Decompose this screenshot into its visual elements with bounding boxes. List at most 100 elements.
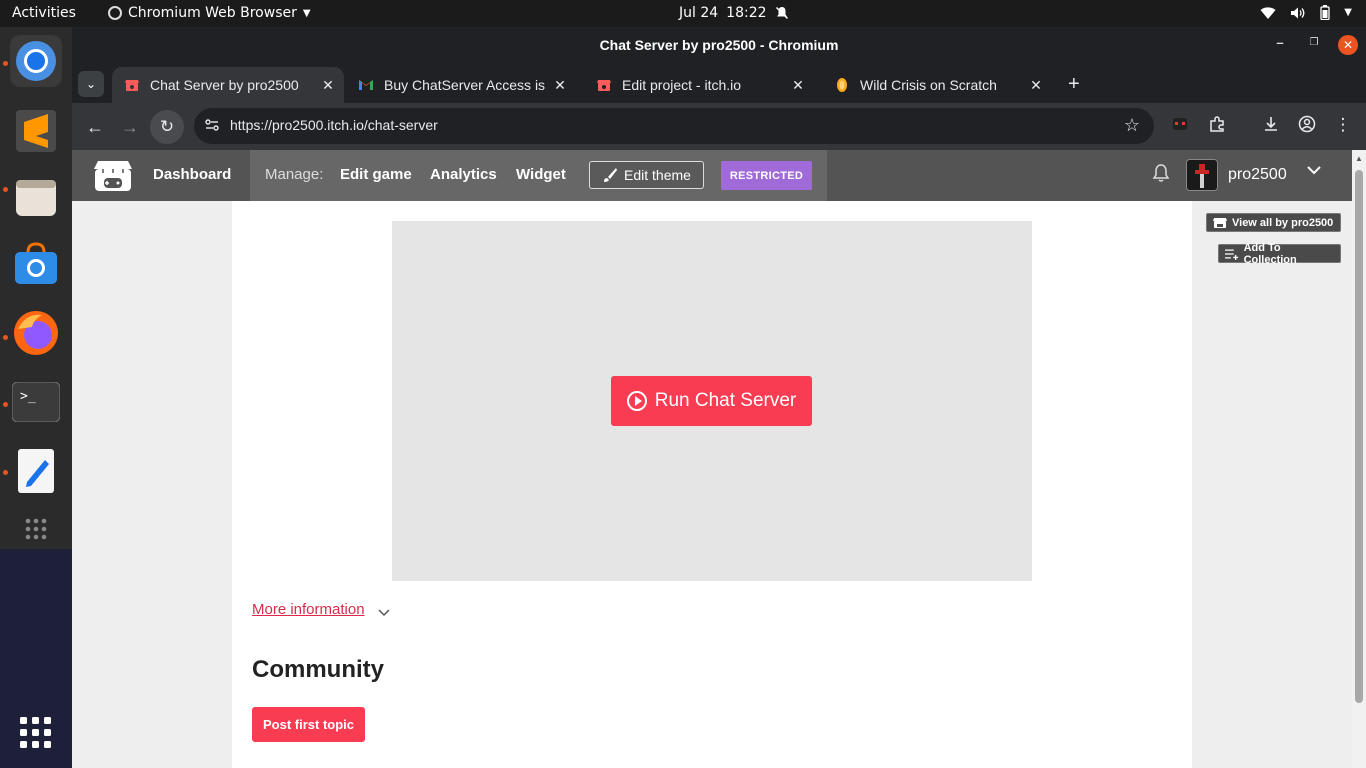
reload-button[interactable]: ↻ <box>150 110 184 144</box>
add-to-list-icon <box>1225 248 1239 260</box>
tab-buy-chatserver[interactable]: Buy ChatServer Access is ✕ <box>346 67 576 103</box>
app-menu[interactable]: Chromium Web Browser ▼ <box>108 5 311 21</box>
post-first-topic-button[interactable]: Post first topic <box>252 707 365 742</box>
system-tray[interactable]: ▼ <box>1260 5 1352 20</box>
bookmark-star-icon[interactable]: ☆ <box>1124 115 1140 136</box>
app-name: Chromium Web Browser <box>128 5 297 21</box>
minimize-button[interactable]: – <box>1270 35 1290 55</box>
view-all-by-author-button[interactable]: View all by pro2500 <box>1206 213 1341 232</box>
time: 18:22 <box>726 5 767 21</box>
notifications-muted-icon <box>775 6 788 20</box>
sublime-text-dock-icon[interactable] <box>10 105 62 157</box>
files-dock-icon[interactable] <box>10 172 62 224</box>
svg-text:>_: >_ <box>20 389 36 404</box>
battery-icon <box>1320 5 1330 20</box>
browser-window: Chat Server by pro2500 - Chromium – ❐ ✕ … <box>72 27 1366 768</box>
tab-chat-server[interactable]: Chat Server by pro2500 ✕ <box>112 67 344 103</box>
clock[interactable]: Jul 24 18:22 <box>679 5 789 21</box>
volume-icon <box>1291 7 1305 18</box>
tab-search-button[interactable]: ⌄ <box>78 71 104 97</box>
window-title: Chat Server by pro2500 - Chromium <box>599 37 839 53</box>
extensions-puzzle-icon[interactable] <box>1205 115 1229 138</box>
extension-avatar-icon[interactable] <box>1168 115 1192 138</box>
software-store-dock-icon[interactable] <box>10 239 62 291</box>
running-indicator <box>3 61 8 66</box>
bell-icon[interactable] <box>1152 163 1170 183</box>
itchio-icon <box>1213 217 1227 228</box>
edit-theme-button[interactable]: Edit theme <box>589 161 704 189</box>
close-window-button[interactable]: ✕ <box>1338 35 1358 55</box>
chevron-down-icon: ▼ <box>1344 7 1352 18</box>
system-top-bar: Activities Chromium Web Browser ▼ Jul 24… <box>0 0 1366 27</box>
close-tab-icon[interactable]: ✕ <box>318 77 338 94</box>
wifi-icon <box>1260 6 1276 19</box>
restricted-badge[interactable]: RESTRICTED <box>721 161 812 190</box>
tab-wild-crisis[interactable]: Wild Crisis on Scratch ✕ <box>822 67 1052 103</box>
date: Jul 24 <box>679 5 719 21</box>
close-tab-icon[interactable]: ✕ <box>788 77 808 94</box>
download-icon[interactable] <box>1259 115 1283 138</box>
game-page-content: Run Chat Server More information Communi… <box>232 201 1192 768</box>
gmail-icon <box>359 80 373 90</box>
maximize-button[interactable]: ❐ <box>1304 37 1324 57</box>
username[interactable]: pro2500 <box>1228 166 1287 184</box>
activities-button[interactable]: Activities <box>12 5 76 21</box>
firefox-dock-icon[interactable] <box>10 307 62 359</box>
run-game-button[interactable]: Run Chat Server <box>611 376 812 426</box>
forward-button[interactable]: → <box>118 115 142 139</box>
manage-bar: Manage: Edit game Analytics Widget Edit … <box>250 150 827 201</box>
itch-header: Dashboard Manage: Edit game Analytics Wi… <box>72 150 1352 201</box>
profile-icon[interactable] <box>1295 115 1319 138</box>
chevron-down-icon[interactable] <box>378 606 390 618</box>
run-game-label: Run Chat Server <box>654 390 797 411</box>
menu-kebab-icon[interactable]: ⋮ <box>1331 115 1355 135</box>
scratch-icon <box>837 78 847 92</box>
close-tab-icon[interactable]: ✕ <box>1026 77 1046 94</box>
dock: >_ <box>0 27 72 768</box>
running-indicator <box>3 187 8 192</box>
edit-game-link[interactable]: Edit game <box>340 166 412 183</box>
itchio-icon <box>125 80 139 91</box>
itchio-logo-icon[interactable] <box>94 159 132 193</box>
page-viewport: Dashboard Manage: Edit game Analytics Wi… <box>72 150 1366 768</box>
tab-label: Edit project - itch.io <box>622 77 742 93</box>
tab-strip: ⌄ Chat Server by pro2500 ✕ Buy ChatServe… <box>72 63 1366 103</box>
chevron-down-icon: ▼ <box>302 7 311 19</box>
add-to-collection-button[interactable]: Add To Collection <box>1218 241 1341 266</box>
text-editor-dock-icon[interactable] <box>10 445 62 497</box>
widget-link[interactable]: Widget <box>516 166 566 183</box>
itchio-icon <box>597 80 611 91</box>
more-information-link[interactable]: More information <box>252 601 365 618</box>
address-bar[interactable]: https://pro2500.itch.io/chat-server ☆ <box>194 108 1154 144</box>
show-apps-icon[interactable] <box>10 707 62 759</box>
running-indicator <box>3 402 8 407</box>
url-text: https://pro2500.itch.io/chat-server <box>230 117 438 133</box>
paintbrush-icon <box>604 168 618 182</box>
new-tab-button[interactable]: + <box>1068 73 1080 96</box>
dashboard-link[interactable]: Dashboard <box>153 166 231 183</box>
add-collection-label: Add To Collection <box>1243 241 1297 266</box>
chromium-dock-icon[interactable] <box>10 35 62 87</box>
tab-edit-project[interactable]: Edit project - itch.io ✕ <box>584 67 814 103</box>
chromium-icon <box>108 6 122 20</box>
scrollbar-thumb[interactable] <box>1355 170 1363 703</box>
back-button[interactable]: ← <box>83 115 107 139</box>
edit-theme-label: Edit theme <box>624 167 691 183</box>
tab-label: Chat Server by pro2500 <box>150 77 299 93</box>
avatar[interactable] <box>1186 159 1218 191</box>
running-indicator <box>3 335 8 340</box>
chevron-down-icon[interactable] <box>1306 162 1322 178</box>
analytics-link[interactable]: Analytics <box>430 166 497 183</box>
terminal-dock-icon[interactable]: >_ <box>10 376 62 428</box>
browser-toolbar: ← → ↻ https://pro2500.itch.io/chat-serve… <box>72 103 1366 150</box>
scroll-up-icon[interactable]: ▲ <box>1355 154 1363 163</box>
view-all-label: View all by pro2500 <box>1232 216 1334 229</box>
community-heading: Community <box>252 656 384 683</box>
play-icon <box>626 391 647 411</box>
page-scrollbar[interactable]: ▲ <box>1352 150 1366 768</box>
site-info-icon[interactable] <box>204 117 220 133</box>
manage-label: Manage: <box>265 166 324 183</box>
app-grid-icon[interactable] <box>10 503 62 555</box>
close-tab-icon[interactable]: ✕ <box>550 77 570 94</box>
title-bar[interactable]: Chat Server by pro2500 - Chromium – ❐ ✕ <box>72 27 1366 63</box>
